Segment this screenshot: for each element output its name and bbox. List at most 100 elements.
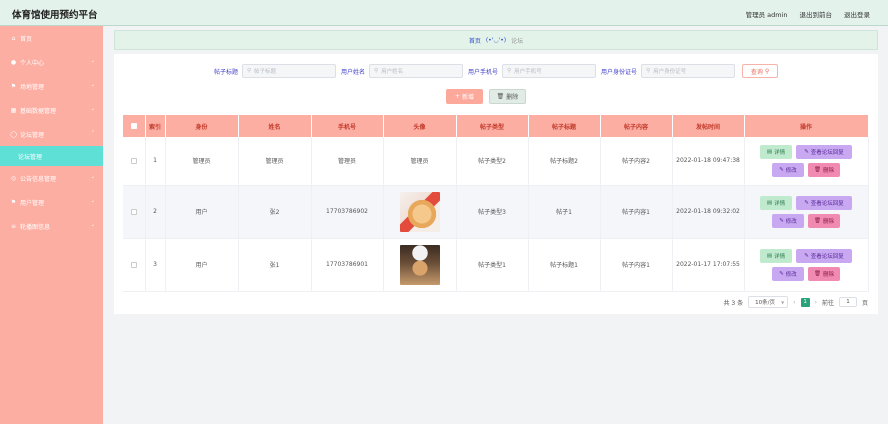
cell-title: 帖子标题1	[528, 238, 601, 292]
sidebar-item-venue[interactable]: ⚑ 场地管理 ⌄	[0, 74, 103, 98]
sidebar-subitem-forum-manage[interactable]: 论坛管理	[0, 146, 103, 166]
sidebar-item-forum[interactable]: ◯ 论坛管理 ⌃	[0, 122, 103, 146]
select-all-checkbox[interactable]	[130, 123, 137, 129]
table-header-row: 索引 身份 姓名 手机号 头像 帖子类型 帖子标题 帖子内容 发帖时间 操作	[123, 115, 869, 137]
plus-icon: +	[454, 93, 460, 100]
trash-icon: 🗑	[814, 166, 821, 173]
row-checkbox[interactable]	[130, 208, 137, 215]
page-number-current[interactable]: 1	[800, 297, 810, 307]
exit-to-front-link[interactable]: 退出到前台	[800, 9, 833, 19]
delete-button[interactable]: 🗑 删除	[808, 213, 840, 228]
sidebar-subitem-label: 论坛管理	[18, 153, 43, 161]
chevron-down-icon: ▼	[781, 300, 785, 305]
cell-time: 2022-01-18 09:32:02	[672, 185, 745, 239]
edit-button[interactable]: ✎ 修改	[772, 213, 804, 228]
file-icon: ▤	[766, 199, 773, 206]
sidebar-item-label: 场地管理	[20, 83, 45, 91]
cell-index: 3	[145, 238, 166, 292]
goto-suffix: 页	[861, 299, 868, 307]
view-replies-button[interactable]: ✎ 查看论坛回复	[796, 144, 852, 159]
cell-index: 1	[145, 137, 166, 186]
edit-icon: ✎	[779, 270, 784, 277]
cell-name: 张2	[238, 185, 312, 239]
pagination: 共 3 条 10条/页 ▼ ‹ 1 › 前往 1 页	[724, 296, 868, 308]
search-bar: 帖子标题 ⚲ 帖子标题 用户姓名 ⚲ 用户姓名 用户手机号 ⚲ 用户手机号 用户…	[214, 64, 779, 78]
cell-time: 2022-01-17 17:07:55	[672, 238, 745, 292]
cell-phone: 17703786901	[311, 238, 384, 292]
column-header: 帖子内容	[600, 115, 673, 137]
detail-button[interactable]: ▤ 详情	[760, 248, 792, 263]
cell-ops: ▤ 详情 ✎ 查看论坛回复 ✎ 修改 🗑 删除	[744, 185, 869, 239]
column-header: 操作	[744, 115, 869, 137]
chevron-down-icon: ⌄	[90, 222, 95, 228]
avatar-image	[399, 244, 440, 285]
logout-link[interactable]: 退出登录	[844, 9, 870, 19]
row-checkbox[interactable]	[130, 157, 137, 164]
sidebar-item-carousel[interactable]: ≡ 轮播图信息 ⌄	[0, 214, 103, 238]
edit-button[interactable]: ✎ 修改	[772, 162, 804, 177]
cell-phone: 17703786902	[311, 185, 384, 239]
prev-page-icon[interactable]: ‹	[793, 299, 795, 306]
sidebar: ⌂ 首页 ● 个人中心 ⌄ ⚑ 场地管理 ⌄ ▦ 基础数据管理 ⌄ ◯ 论坛管理…	[0, 26, 103, 424]
sidebar-item-base-data[interactable]: ▦ 基础数据管理 ⌄	[0, 98, 103, 122]
current-user-label: 管理员 admin	[745, 11, 788, 19]
cell-name: 管理员	[238, 137, 312, 186]
detail-button[interactable]: ▤ 详情	[760, 195, 792, 210]
cell-type: 帖子类型2	[456, 137, 529, 186]
select-all-header[interactable]	[123, 115, 146, 137]
sidebar-item-profile[interactable]: ● 个人中心 ⌄	[0, 50, 103, 74]
post-title-input[interactable]: ⚲ 帖子标题	[242, 64, 337, 78]
search-label-idcard: 用户身份证号	[601, 68, 638, 76]
cell-content: 帖子内容1	[600, 185, 673, 239]
sidebar-item-label: 基础数据管理	[20, 107, 57, 115]
trash-icon: 🗑	[496, 93, 505, 100]
chevron-down-icon: ⌄	[90, 198, 95, 204]
goto-prefix: 前往	[821, 299, 834, 307]
flag-icon: ⚑	[10, 198, 17, 206]
sidebar-item-notice[interactable]: ◎ 公告信息管理 ⌄	[0, 166, 103, 190]
cell-title: 帖子1	[528, 185, 601, 239]
user-name-input[interactable]: ⚲ 用户姓名	[369, 64, 464, 78]
page-size-select[interactable]: 10条/页 ▼	[748, 296, 789, 308]
query-button[interactable]: 查询 ⚲	[742, 64, 779, 78]
cell-identity: 管理员	[165, 137, 239, 186]
column-header: 头像	[383, 115, 457, 137]
app-title: 体育馆使用预约平台	[12, 10, 98, 21]
chevron-down-icon: ⌄	[90, 82, 95, 88]
delete-button[interactable]: 🗑 删除	[808, 162, 840, 177]
row-checkbox[interactable]	[130, 261, 137, 268]
delete-button[interactable]: 🗑 删除	[808, 266, 840, 281]
cell-identity: 用户	[165, 238, 239, 292]
forum-table: 索引 身份 姓名 手机号 头像 帖子类型 帖子标题 帖子内容 发帖时间 操作 1…	[123, 115, 869, 292]
cell-phone: 管理员	[311, 137, 384, 186]
view-replies-button[interactable]: ✎ 查看论坛回复	[796, 195, 852, 210]
cell-content: 帖子内容2	[600, 137, 673, 186]
edit-icon: ✎	[804, 199, 809, 206]
user-phone-input[interactable]: ⚲ 用户手机号	[502, 64, 597, 78]
cell-index: 2	[145, 185, 166, 239]
edit-icon: ✎	[779, 166, 784, 173]
breadcrumb-home[interactable]: 首页	[469, 36, 481, 45]
detail-button[interactable]: ▤ 详情	[760, 144, 792, 159]
sidebar-item-label: 公告信息管理	[20, 175, 57, 183]
view-replies-button[interactable]: ✎ 查看论坛回复	[796, 248, 852, 263]
cell-type: 帖子类型1	[456, 238, 529, 292]
goto-page-input[interactable]: 1	[838, 297, 857, 307]
breadcrumb-separator: (•'◡'•)	[485, 36, 507, 44]
edit-button[interactable]: ✎ 修改	[772, 266, 804, 281]
avatar-image	[399, 191, 440, 232]
chevron-up-icon: ⌃	[90, 130, 95, 136]
user-idcard-input[interactable]: ⚲ 用户身份证号	[641, 64, 736, 78]
trash-icon: 🗑	[814, 270, 821, 277]
edit-icon: ✎	[804, 252, 809, 259]
table-row: 2 用户 张2 17703786902 帖子类型3 帖子1 帖子内容1 2022…	[123, 185, 869, 239]
edit-icon: ✎	[804, 148, 809, 155]
add-button[interactable]: + 新增	[446, 89, 483, 104]
sidebar-item-home[interactable]: ⌂ 首页	[0, 26, 103, 50]
batch-delete-button[interactable]: 🗑 删除	[489, 89, 526, 104]
cell-content: 帖子内容1	[600, 238, 673, 292]
next-page-icon[interactable]: ›	[815, 299, 817, 306]
cell-time: 2022-01-18 09:47:38	[672, 137, 745, 186]
sidebar-item-users[interactable]: ⚑ 用户管理 ⌄	[0, 190, 103, 214]
search-icon: ⚲	[247, 68, 252, 74]
